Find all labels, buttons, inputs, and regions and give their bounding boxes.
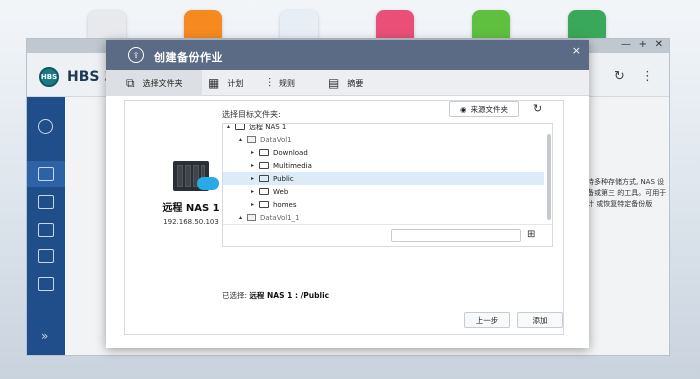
wizard-steps: ⧉ 选择文件夹 ▦ 计划 ⫶ 规则 ▤ 摘要 [106,70,589,96]
dialog-content: 远程 NAS 1 192.168.50.103 选择目标文件夹: ◉ 来源文件夹… [124,100,564,335]
tree-item[interactable]: ▴ 远程 NAS 1 [223,123,544,133]
tree-item[interactable]: ▸ homes [223,198,544,211]
calendar-icon: ▦ [208,76,220,90]
dialog-title: 创建备份作业 [154,51,223,64]
sliders-icon: ⫶ [268,75,272,90]
background-description-text: 持多种存储方式, NAS 设备或第三 的工具。可用于计 或恢复特定备份版 [587,178,667,208]
minimize-button[interactable]: — [621,39,631,50]
backup-job-icon: ⇪ [128,47,144,63]
collapse-arrow-icon[interactable]: ▴ [239,214,247,221]
tree-item[interactable]: ▴ DataVol1_1 [223,211,544,224]
tree-item[interactable]: ▸ Multimedia [223,159,544,172]
tree-item-label: Download [273,148,308,157]
step-schedule[interactable]: ▦ 计划 [208,70,243,96]
new-folder-icon[interactable]: ⊞ [527,229,535,240]
source-folder-button[interactable]: ◉ 来源文件夹 [449,101,519,117]
dialog-header: ⇪ 创建备份作业 × [106,40,589,70]
tree-item[interactable]: ▸ Download [223,146,544,159]
refresh-icon[interactable]: ↻ [614,69,625,84]
expand-arrow-icon[interactable]: ▸ [251,162,259,169]
folder-select-icon: ⧉ [126,75,135,90]
maximize-button[interactable]: + [639,39,647,50]
expand-arrow-icon[interactable]: ▸ [251,188,259,195]
tree-item-label: DataVol1_1 [260,213,300,222]
nas-name: 远程 NAS 1 [162,203,220,214]
source-folder-label: 来源文件夹 [470,104,509,114]
tree-item-label: 远程 NAS 1 [249,123,287,131]
tree-item[interactable]: ▸ Public [223,172,544,185]
remote-nas-panel: 远程 NAS 1 192.168.50.103 [155,161,227,226]
more-options-icon[interactable]: ⋮ [641,69,654,84]
expand-arrow-icon[interactable]: ▸ [251,175,259,182]
cloud-icon [197,177,219,190]
add-button[interactable]: 添加 [517,312,563,328]
tree-footer: ⊞ [223,224,552,246]
summary-icon: ▤ [328,76,340,90]
step-select-folder[interactable]: ⧉ 选择文件夹 [106,70,202,96]
app-sidebar: » [27,97,65,355]
backup-restore-icon[interactable] [38,167,54,181]
close-window-button[interactable]: ✕ [655,39,663,50]
tree-item-label: Public [273,174,294,183]
hbs-logo-icon: HBS [39,67,59,87]
storage-space-icon[interactable] [38,223,54,237]
folder-icon [259,175,269,182]
sync-icon[interactable] [38,195,54,209]
selected-path-value: 远程 NAS 1 : /Public [249,291,330,300]
expand-arrow-icon[interactable]: ▸ [251,201,259,208]
folder-icon [235,124,245,130]
expand-sidebar-icon[interactable]: » [41,329,48,343]
step-summary[interactable]: ▤ 摘要 [328,70,363,96]
tree-item-label: Multimedia [273,161,312,170]
services-icon[interactable] [38,249,54,263]
volume-icon [247,214,256,221]
collapse-arrow-icon[interactable]: ▴ [239,136,247,143]
folder-icon [259,162,269,169]
logs-icon[interactable] [38,277,54,291]
step-rules[interactable]: ⫶ 规则 [268,70,295,96]
refresh-tree-icon[interactable]: ↻ [533,102,542,115]
collapse-arrow-icon[interactable]: ▴ [227,124,235,130]
step-label: 选择文件夹 [142,78,183,88]
eye-icon: ◉ [459,104,467,114]
tree-item[interactable]: ▴ DataVol1 [223,133,544,146]
tree-item-label: DataVol1 [260,135,292,144]
tree-scrollbar[interactable] [547,134,551,220]
folder-tree: ▴ 远程 NAS 1 ▴ DataVol1 ▸ Download ▸ Multimedia ▸ P… [222,123,553,247]
target-folder-label: 选择目标文件夹: [222,110,281,119]
step-label: 计划 [227,78,244,88]
tree-item-label: homes [273,200,297,209]
step-label: 规则 [279,78,296,88]
folder-icon [259,188,269,195]
previous-button[interactable]: 上一步 [464,312,510,328]
folder-icon [259,201,269,208]
selected-prefix: 已选择: [222,291,248,300]
tree-item[interactable]: ▸ Web [223,185,544,198]
nas-ip: 192.168.50.103 [163,218,219,226]
new-folder-name-input[interactable] [391,229,521,242]
create-backup-job-dialog: ⇪ 创建备份作业 × ⧉ 选择文件夹 ▦ 计划 ⫶ 规则 ▤ 摘要 远程 NAS… [106,40,589,348]
tree-item-label: Web [273,187,289,196]
close-dialog-button[interactable]: × [572,44,581,57]
selected-path: 已选择: 远程 NAS 1 : /Public [222,290,329,301]
expand-arrow-icon[interactable]: ▸ [251,149,259,156]
overview-icon[interactable] [38,119,53,134]
folder-icon [259,149,269,156]
step-label: 摘要 [347,78,364,88]
volume-icon [247,136,256,143]
